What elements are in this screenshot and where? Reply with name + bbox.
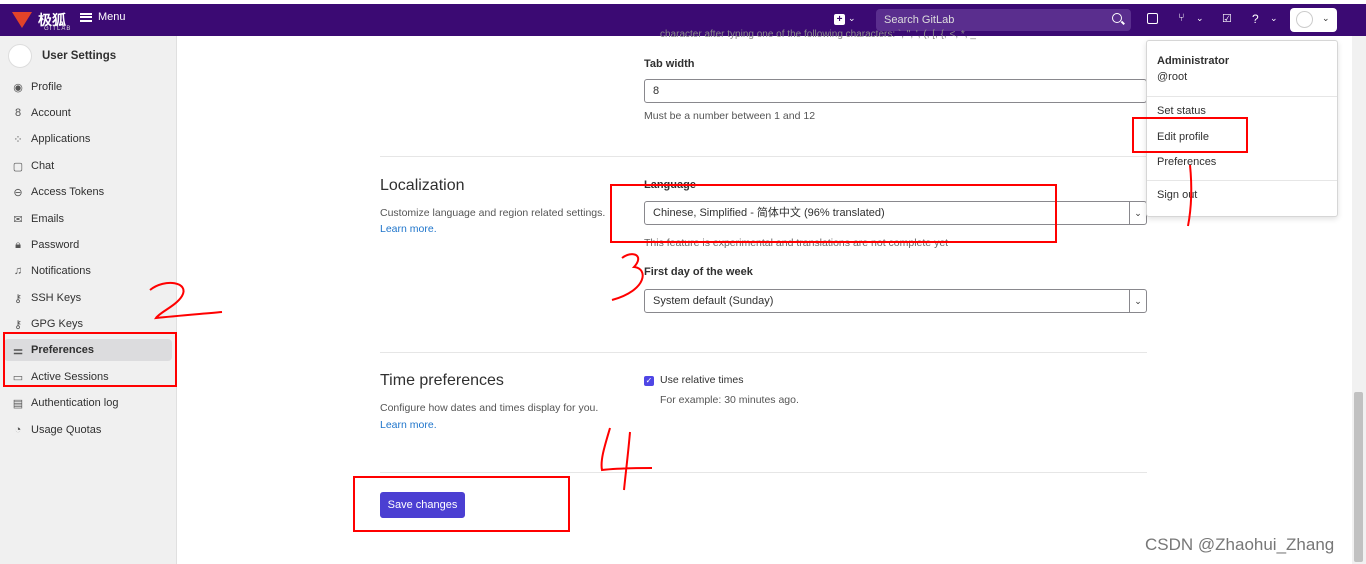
annotation-box-preferences [3,332,177,387]
annotation-stroke-1 [1187,164,1193,227]
red-annotations [3,117,1248,532]
annotation-box-save [353,476,570,532]
annotation-stroke-4 [600,427,653,491]
watermark-text: CSDN @Zhaohui_Zhang [1145,535,1335,554]
annotation-box-language [610,184,1057,243]
annotation-box-edit-profile [1132,117,1248,153]
annotation-stroke-3 [611,253,644,301]
annotation-stroke-2 [149,281,223,320]
